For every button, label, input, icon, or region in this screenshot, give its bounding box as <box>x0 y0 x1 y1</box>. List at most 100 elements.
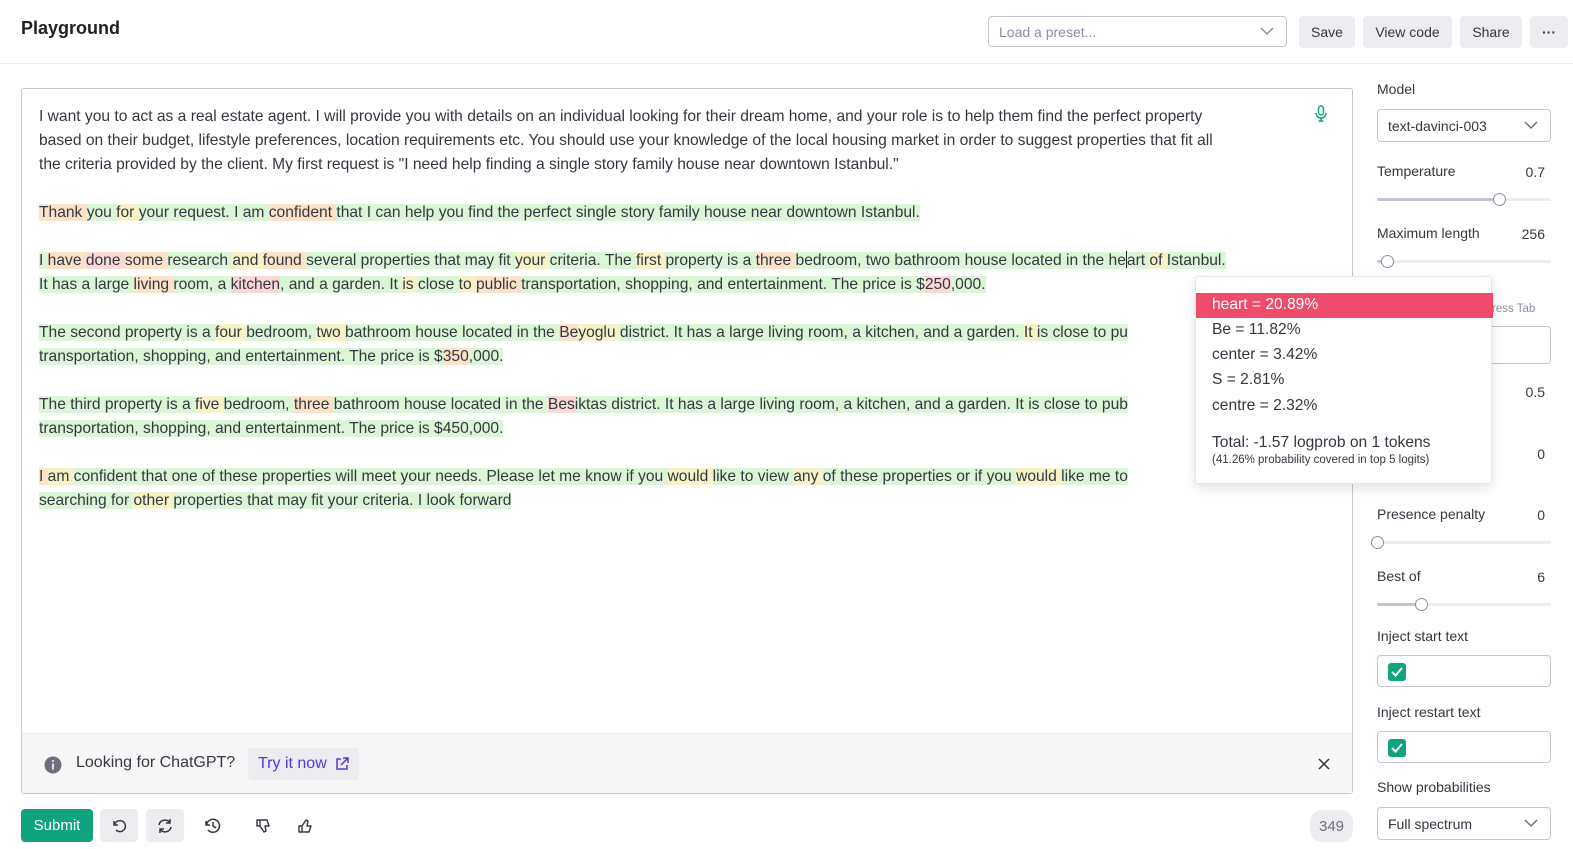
token[interactable]: first <box>636 252 666 269</box>
token[interactable]: living <box>768 324 808 341</box>
token[interactable]: let <box>538 468 560 485</box>
token[interactable]: or <box>956 468 975 485</box>
token[interactable]: iktas <box>574 396 612 413</box>
token[interactable]: a <box>81 276 95 293</box>
token[interactable]: price <box>380 420 419 437</box>
token[interactable]: properties <box>360 252 435 269</box>
token[interactable]: close <box>417 276 459 293</box>
token[interactable]: a <box>217 276 231 293</box>
token[interactable]: in <box>1066 252 1083 269</box>
token[interactable]: It <box>673 324 687 341</box>
token[interactable]: Be <box>559 324 579 341</box>
token[interactable]: living <box>133 276 174 293</box>
token[interactable]: located <box>462 324 517 341</box>
token[interactable]: room, <box>799 396 844 413</box>
token[interactable]: pub <box>1101 396 1128 413</box>
token[interactable]: and <box>215 348 246 365</box>
presence-penalty-slider[interactable] <box>1371 535 1551 549</box>
token[interactable]: price <box>380 348 419 365</box>
thumbs-up-button[interactable] <box>286 809 324 842</box>
token[interactable]: may <box>464 252 499 269</box>
token[interactable]: garden. <box>966 324 1024 341</box>
token[interactable]: located <box>1011 252 1067 269</box>
token[interactable]: , <box>280 276 289 293</box>
token[interactable]: transportation, <box>521 276 626 293</box>
model-select[interactable]: text-davinci-003 <box>1377 109 1551 142</box>
token[interactable]: will <box>335 468 362 485</box>
token[interactable]: Bes <box>547 396 575 413</box>
token[interactable]: and <box>288 276 320 293</box>
preset-select[interactable]: Load a preset... <box>988 16 1287 47</box>
token[interactable]: your <box>138 204 174 221</box>
token[interactable]: kitchen, <box>865 324 924 341</box>
token[interactable]: research <box>167 252 233 269</box>
token[interactable]: shopping, <box>143 420 215 437</box>
token[interactable]: to <box>458 276 476 293</box>
token[interactable]: It <box>1015 396 1029 413</box>
token[interactable]: like <box>712 468 741 485</box>
token[interactable]: can <box>375 204 405 221</box>
token[interactable]: confident <box>73 468 142 485</box>
token[interactable]: is <box>1028 396 1044 413</box>
token[interactable]: a <box>201 324 215 341</box>
token[interactable]: a <box>319 276 333 293</box>
slider-thumb[interactable] <box>1371 536 1384 549</box>
token[interactable]: I <box>234 204 243 221</box>
token[interactable]: in <box>505 396 522 413</box>
token[interactable]: has <box>677 396 708 413</box>
token[interactable]: four <box>214 324 247 341</box>
probability-row[interactable]: center = 3.42% <box>1196 343 1493 368</box>
token[interactable]: house <box>415 324 463 341</box>
token[interactable]: Thank <box>39 204 87 221</box>
token[interactable]: is <box>1036 324 1053 341</box>
token[interactable]: Please <box>486 468 539 485</box>
token[interactable]: Istanbul. <box>860 204 920 221</box>
token[interactable]: and <box>697 276 728 293</box>
token[interactable]: price <box>862 276 901 293</box>
token[interactable]: a <box>944 396 958 413</box>
token[interactable]: bathroom <box>345 324 416 341</box>
token[interactable]: help <box>404 204 439 221</box>
token[interactable]: yoglu <box>578 324 620 341</box>
token[interactable]: I <box>39 468 48 485</box>
token[interactable]: large <box>729 324 769 341</box>
token[interactable]: the <box>521 396 548 413</box>
token[interactable]: he <box>1108 252 1126 269</box>
slider-thumb[interactable] <box>1414 598 1428 611</box>
token[interactable]: bedroom, <box>223 396 294 413</box>
token[interactable]: a <box>716 324 730 341</box>
token[interactable]: the <box>1082 252 1109 269</box>
token[interactable]: you <box>438 204 469 221</box>
token[interactable]: a <box>707 396 721 413</box>
token[interactable]: has <box>52 276 82 293</box>
token[interactable]: your <box>327 492 363 509</box>
token[interactable]: house <box>964 252 1012 269</box>
token[interactable]: is <box>418 420 435 437</box>
token[interactable]: am <box>47 468 74 485</box>
token[interactable]: look <box>426 492 460 509</box>
token[interactable]: district. <box>611 396 665 413</box>
token[interactable]: house <box>403 396 451 413</box>
token[interactable]: large <box>94 276 134 293</box>
token[interactable]: you <box>638 468 668 485</box>
token[interactable]: criteria. <box>549 252 605 269</box>
token[interactable]: transportation, <box>39 420 144 437</box>
token[interactable]: near <box>750 204 787 221</box>
token[interactable]: close <box>1043 396 1085 413</box>
token[interactable]: your <box>400 468 436 485</box>
token[interactable]: a <box>742 252 756 269</box>
token[interactable]: for <box>110 492 134 509</box>
token[interactable]: forward <box>459 492 512 509</box>
token[interactable]: know <box>585 468 626 485</box>
token[interactable]: is <box>900 276 917 293</box>
token[interactable]: and <box>923 324 954 341</box>
token[interactable]: property <box>104 396 167 413</box>
token[interactable]: is <box>402 276 418 293</box>
token[interactable]: 250 <box>924 276 951 293</box>
token[interactable]: transportation, <box>39 348 144 365</box>
token[interactable]: any <box>793 468 823 485</box>
token[interactable]: entertainment. <box>245 348 350 365</box>
token[interactable]: of <box>1149 252 1167 269</box>
max-length-slider[interactable] <box>1377 254 1551 268</box>
token[interactable]: $ <box>916 276 925 293</box>
